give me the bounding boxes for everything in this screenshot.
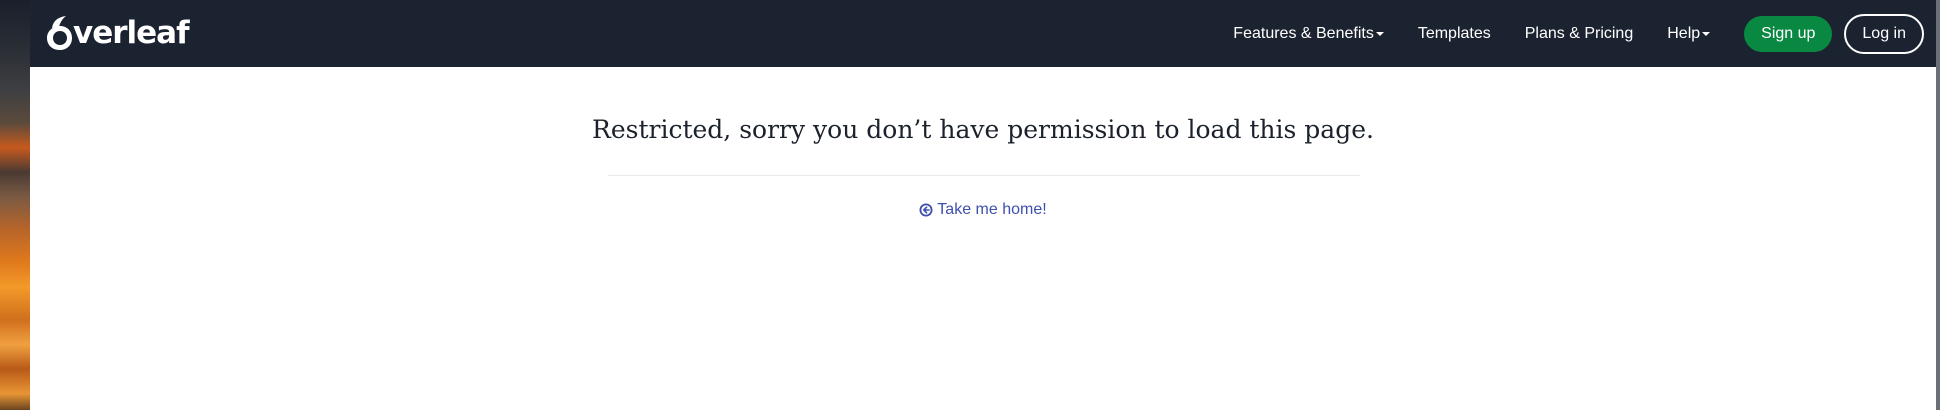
take-me-home-link[interactable]: Take me home! (30, 201, 1936, 219)
home-link-label: Take me home! (937, 201, 1047, 218)
nav-label: Help (1667, 24, 1701, 42)
background-strip (0, 0, 30, 410)
arrow-circle-left-icon (919, 203, 933, 217)
login-button[interactable]: Log in (1844, 13, 1924, 54)
nav-templates[interactable]: Templates (1418, 25, 1491, 43)
caret-down-icon (1375, 32, 1384, 36)
nav-label: Plans & Pricing (1524, 24, 1634, 42)
overleaf-logo[interactable]: verleaf (45, 12, 190, 54)
window-edge (1936, 0, 1940, 410)
nav-help[interactable]: Help (1667, 24, 1711, 43)
nav-label: Features & Benefits (1233, 24, 1374, 42)
top-navbar: verleaf Features & Benefits Templates Pl… (30, 0, 1936, 67)
nav-label: Templates (1417, 24, 1491, 42)
signup-button[interactable]: Sign up (1744, 15, 1833, 52)
main-nav: Features & Benefits Templates Plans & Pr… (1233, 0, 1936, 67)
overleaf-leaf-icon (47, 16, 72, 50)
logo-text: verleaf (73, 15, 190, 51)
login-label: Log in (1862, 24, 1906, 42)
main-content: Restricted, sorry you don’t have permiss… (30, 67, 1936, 410)
signup-label: Sign up (1761, 24, 1816, 42)
page-title: Restricted, sorry you don’t have permiss… (592, 115, 1374, 144)
divider (608, 175, 1360, 176)
nav-plans-pricing[interactable]: Plans & Pricing (1525, 25, 1634, 43)
caret-down-icon (1702, 32, 1711, 36)
nav-features-benefits[interactable]: Features & Benefits (1233, 25, 1384, 43)
